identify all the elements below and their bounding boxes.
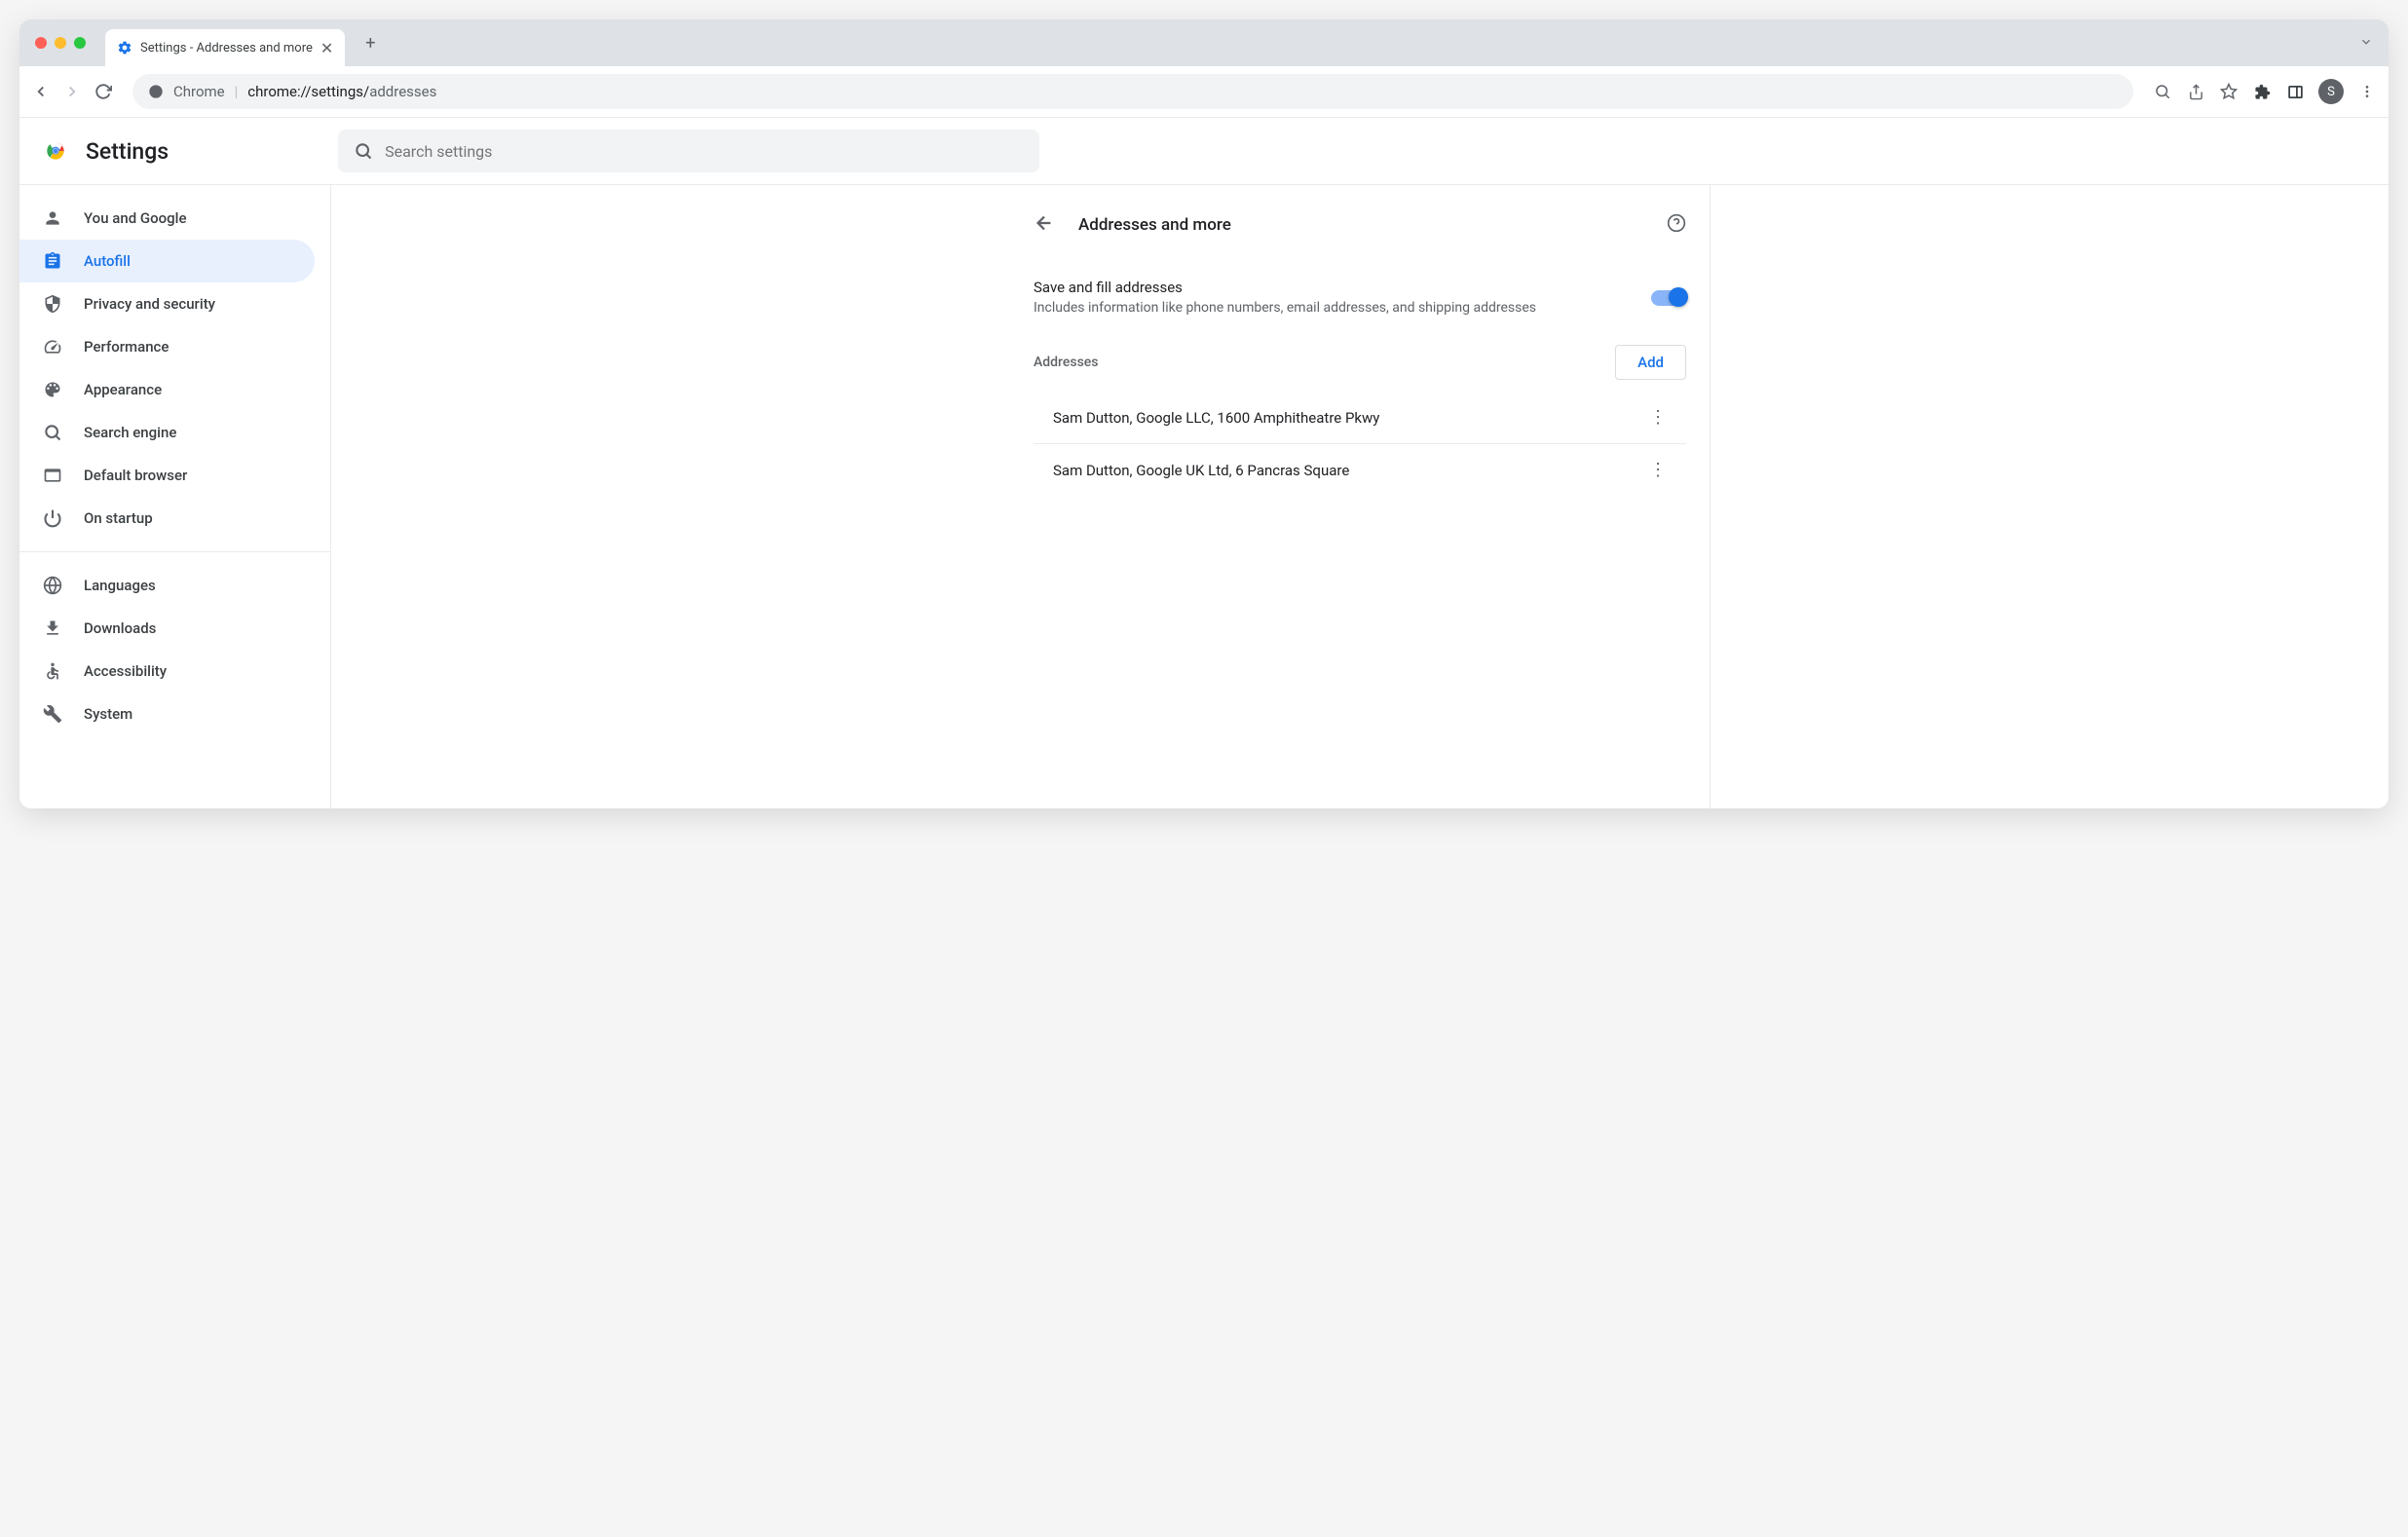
browser-tab[interactable]: Settings - Addresses and more ✕ bbox=[105, 29, 345, 66]
sidebar-item-label: Appearance bbox=[84, 381, 162, 398]
new-tab-button[interactable]: + bbox=[357, 29, 384, 56]
url-protocol: Chrome bbox=[173, 83, 225, 100]
back-button[interactable] bbox=[31, 82, 51, 101]
toggle-title: Save and fill addresses bbox=[1034, 279, 1628, 296]
addresses-label: Addresses bbox=[1034, 355, 1099, 370]
sidebar-item-search[interactable]: Search engine bbox=[19, 411, 315, 454]
settings-icon bbox=[117, 40, 132, 56]
profile-avatar[interactable]: S bbox=[2318, 79, 2344, 104]
accessibility-icon bbox=[43, 661, 62, 681]
sidebar-item-accessibility[interactable]: Accessibility bbox=[19, 650, 315, 693]
url-path-3: addresses bbox=[369, 83, 436, 100]
sidebar-item-autofill[interactable]: Autofill bbox=[19, 240, 315, 282]
save-fill-toggle-row: Save and fill addresses Includes informa… bbox=[1010, 261, 1710, 333]
address-row[interactable]: Sam Dutton, Google LLC, 1600 Amphitheatr… bbox=[1034, 392, 1686, 444]
browser-icon bbox=[43, 466, 62, 485]
sidebar-item-performance[interactable]: Performance bbox=[19, 325, 315, 368]
search-icon bbox=[354, 141, 373, 161]
sidebar-item-startup[interactable]: On startup bbox=[19, 497, 315, 540]
save-fill-toggle[interactable] bbox=[1651, 290, 1686, 306]
browser-window: Settings - Addresses and more ✕ + Chrome… bbox=[19, 19, 2389, 808]
help-icon[interactable] bbox=[1667, 213, 1686, 237]
window-controls bbox=[35, 37, 86, 49]
palette-icon bbox=[43, 380, 62, 399]
sidebar-item-label: Search engine bbox=[84, 424, 176, 441]
search-settings-input[interactable] bbox=[385, 142, 1024, 161]
toggle-subtitle: Includes information like phone numbers,… bbox=[1034, 300, 1628, 316]
sidebar-item-label: System bbox=[84, 705, 132, 723]
sidebar-item-label: Downloads bbox=[84, 619, 156, 637]
sidebar-item-system[interactable]: System bbox=[19, 693, 315, 735]
sidebar-divider bbox=[19, 551, 330, 552]
address-menu-icon[interactable]: ⋮ bbox=[1649, 407, 1667, 428]
settings-title: Settings bbox=[86, 138, 169, 165]
sidebar-item-label: Privacy and security bbox=[84, 295, 215, 313]
extensions-icon[interactable] bbox=[2252, 82, 2272, 101]
sidebar-item-you-and-google[interactable]: You and Google bbox=[19, 197, 315, 240]
site-info-icon[interactable] bbox=[148, 84, 164, 99]
sidebar-item-privacy[interactable]: Privacy and security bbox=[19, 282, 315, 325]
wrench-icon bbox=[43, 704, 62, 724]
sidebar: You and Google Autofill Privacy and secu… bbox=[19, 185, 331, 808]
sidebar-item-label: Default browser bbox=[84, 467, 187, 484]
chrome-logo-icon bbox=[43, 138, 68, 164]
sidebar-item-label: Autofill bbox=[84, 252, 131, 270]
zoom-icon[interactable] bbox=[2153, 82, 2172, 101]
toolbar: Chrome | chrome://settings/addresses S bbox=[19, 66, 2389, 118]
globe-icon bbox=[43, 576, 62, 595]
address-menu-icon[interactable]: ⋮ bbox=[1649, 460, 1667, 480]
back-arrow-button[interactable] bbox=[1034, 212, 1055, 238]
search-settings[interactable] bbox=[338, 130, 1039, 172]
clipboard-icon bbox=[43, 251, 62, 271]
search-icon bbox=[43, 423, 62, 442]
sidebar-item-label: Performance bbox=[84, 338, 169, 356]
address-text: Sam Dutton, Google LLC, 1600 Amphitheatr… bbox=[1053, 409, 1379, 427]
settings-header: Settings bbox=[19, 118, 2389, 185]
sidebar-item-label: You and Google bbox=[84, 209, 186, 227]
close-window[interactable] bbox=[35, 37, 47, 49]
titlebar: Settings - Addresses and more ✕ + bbox=[19, 19, 2389, 66]
close-tab-icon[interactable]: ✕ bbox=[320, 39, 333, 57]
address-text: Sam Dutton, Google UK Ltd, 6 Pancras Squ… bbox=[1053, 462, 1349, 479]
maximize-window[interactable] bbox=[74, 37, 86, 49]
page-title: Addresses and more bbox=[1078, 215, 1231, 235]
tabs-dropdown-icon[interactable] bbox=[2359, 34, 2373, 53]
sidebar-item-appearance[interactable]: Appearance bbox=[19, 368, 315, 411]
url-path-1: chrome:// bbox=[247, 83, 311, 100]
sidebar-item-downloads[interactable]: Downloads bbox=[19, 607, 315, 650]
shield-icon bbox=[43, 294, 62, 314]
sidebar-item-languages[interactable]: Languages bbox=[19, 564, 315, 607]
sidebar-item-label: Languages bbox=[84, 577, 156, 594]
minimize-window[interactable] bbox=[55, 37, 66, 49]
tab-title: Settings - Addresses and more bbox=[140, 41, 313, 56]
download-icon bbox=[43, 619, 62, 638]
sidepanel-icon[interactable] bbox=[2285, 82, 2305, 101]
forward-button[interactable] bbox=[62, 82, 82, 101]
address-row[interactable]: Sam Dutton, Google UK Ltd, 6 Pancras Squ… bbox=[1034, 444, 1686, 496]
sidebar-item-label: Accessibility bbox=[84, 662, 167, 680]
person-icon bbox=[43, 208, 62, 228]
add-address-button[interactable]: Add bbox=[1615, 345, 1686, 380]
sidebar-item-default-browser[interactable]: Default browser bbox=[19, 454, 315, 497]
address-bar[interactable]: Chrome | chrome://settings/addresses bbox=[132, 74, 2133, 109]
menu-icon[interactable] bbox=[2357, 82, 2377, 101]
speed-icon bbox=[43, 337, 62, 356]
share-icon[interactable] bbox=[2186, 82, 2205, 101]
power-icon bbox=[43, 508, 62, 528]
reload-button[interactable] bbox=[94, 82, 113, 101]
bookmark-icon[interactable] bbox=[2219, 82, 2239, 101]
sidebar-item-label: On startup bbox=[84, 509, 153, 527]
url-path-2: settings/ bbox=[311, 83, 369, 100]
